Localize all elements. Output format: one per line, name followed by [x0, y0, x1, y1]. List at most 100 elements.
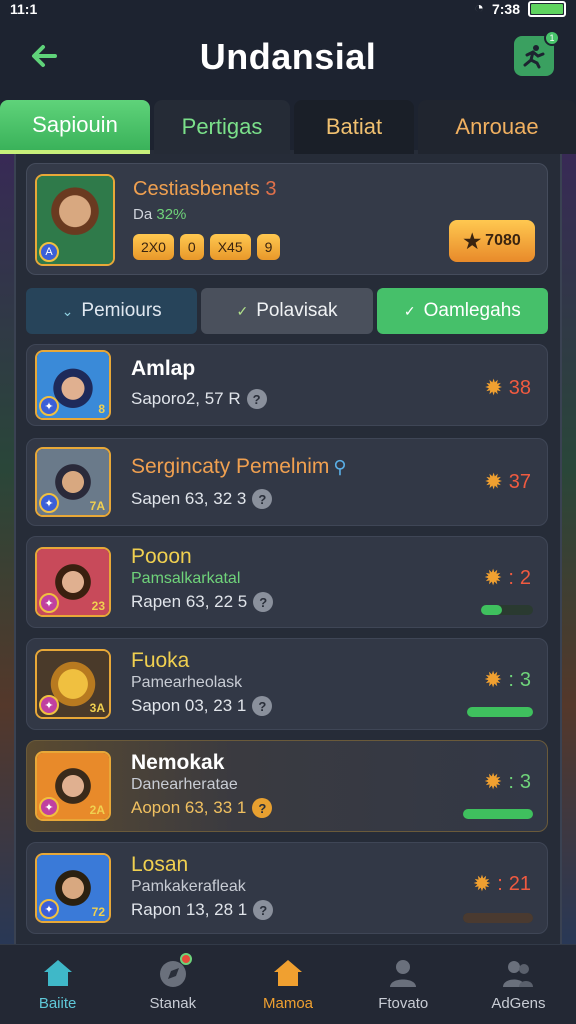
top-tabs: Sapiouin Pertigas Batiat Anrouae	[0, 100, 576, 154]
tab-batiat[interactable]: Batiat	[294, 100, 414, 154]
filter-polavisak[interactable]: ✓ Polavisak	[201, 288, 373, 334]
player-name: Amlap	[131, 357, 196, 380]
profile-subtitle: Da 32%	[133, 206, 186, 223]
player-meta-text: Rapon 13, 28 1	[131, 900, 248, 919]
filter-pemiours[interactable]: ⌄ Pemiours	[26, 288, 198, 334]
player-score: ✹ : 2	[484, 565, 531, 591]
nav-label: Stanak	[149, 995, 197, 1012]
tab-anrouae[interactable]: Anrouae	[418, 100, 576, 154]
player-avatar: ✦ 23	[35, 547, 111, 617]
avatar-level: 7A	[89, 499, 105, 513]
info-icon[interactable]: ?	[253, 900, 274, 920]
info-icon[interactable]: ?	[246, 389, 267, 409]
player-score: ✹ : 3	[484, 769, 531, 795]
list-item[interactable]: ✦ 72 Losan Pamkakerafleak Rapon 13, 28 1…	[26, 842, 548, 934]
coins-button[interactable]: ★ 7080	[449, 220, 535, 262]
player-name: Nemokak	[131, 751, 225, 774]
group-icon	[503, 961, 534, 987]
info-icon[interactable]: ?	[253, 592, 274, 612]
player-score: ✹ 38	[484, 375, 531, 401]
player-meta: Saporo2, 57 R ?	[131, 389, 267, 409]
tab-sapiouin[interactable]: Sapiouin	[0, 100, 150, 154]
player-avatar: ✦ 3A	[35, 649, 111, 719]
score-value: 37	[508, 470, 531, 493]
stat-chip: 0	[179, 234, 204, 260]
score-prefix: :	[497, 872, 503, 895]
avatar-badge-icon: ✦	[39, 396, 59, 416]
progress-bar	[463, 913, 533, 923]
house-icon	[274, 960, 302, 986]
player-meta-text: Sapen 63, 32 3	[131, 489, 247, 508]
status-clock: 7:38	[491, 1, 520, 17]
score-prefix: :	[508, 668, 514, 691]
player-name-text: Sergincaty Pemelnim	[131, 455, 330, 478]
nav-stanak[interactable]: Stanak	[115, 945, 230, 1024]
player-score: ✹ : 3	[484, 667, 531, 693]
progress-fill	[463, 809, 533, 819]
app-header: Undansial 1	[0, 22, 576, 92]
nav-home[interactable]: Baiite	[0, 945, 115, 1024]
star-icon: ✹	[483, 565, 503, 590]
list-item[interactable]: ✦ 2A Nemokak Danearheratae Aopon 63, 33 …	[26, 740, 548, 832]
filter-label: Polavisak	[256, 300, 338, 321]
score-value: 3	[519, 770, 531, 793]
profile-rank: 3	[265, 178, 277, 200]
score-value: 21	[508, 872, 531, 895]
filter-oamlegahs[interactable]: ✓ Oamlegahs	[376, 288, 548, 334]
progress-fill	[463, 913, 533, 923]
bottom-nav: Baiite Stanak Mamoa Ftovato AdGens	[0, 944, 576, 1024]
stat-chip: 9	[256, 234, 281, 260]
player-meta-text: Sapon 03, 23 1	[131, 696, 247, 715]
progress-fill	[481, 605, 502, 615]
profile-name-text: Cestiasbenets	[133, 178, 260, 200]
score-value: 38	[508, 376, 531, 399]
profile-sub-value: 32%	[156, 206, 187, 223]
score-prefix: :	[508, 566, 514, 589]
player-name: Pooon	[131, 545, 192, 568]
list-item[interactable]: ✦ 3A Fuoka Pamearheolask Sapon 03, 23 1 …	[26, 638, 548, 730]
star-icon: ✹	[483, 769, 503, 794]
progress-fill	[467, 707, 533, 717]
player-desc: Pamsalkarkatal	[131, 570, 241, 587]
star-coin-icon: ★	[463, 230, 482, 253]
info-icon[interactable]: ?	[252, 489, 273, 509]
profile-action-button[interactable]: 1	[514, 30, 560, 76]
avatar-level: 23	[91, 599, 105, 613]
status-time: 11:1	[10, 1, 38, 17]
page-title: Undansial	[199, 36, 377, 77]
avatar-badge-icon: ✦	[39, 695, 59, 715]
home-icon	[43, 960, 72, 986]
list-item[interactable]: ✦ 8 Amlap Saporo2, 57 R ? ✹ 38	[26, 344, 548, 426]
player-avatar: ✦ 2A	[35, 751, 111, 821]
info-icon[interactable]: ?	[252, 798, 273, 818]
score-value: 3	[519, 668, 531, 691]
notification-dot	[179, 953, 192, 965]
nav-icon-wrap	[156, 953, 192, 989]
check-icon: ✓	[403, 302, 416, 319]
nav-ftovato[interactable]: Ftovato	[346, 945, 461, 1024]
notification-badge: 1	[544, 30, 560, 46]
back-button[interactable]	[24, 36, 64, 76]
list-item[interactable]: ✦ 23 Pooon Pamsalkarkatal Rapen 63, 22 5…	[26, 536, 548, 628]
list-item[interactable]: ✦ 7A Sergincaty Pemelnim ⚲ Sapen 63, 32 3…	[26, 438, 548, 526]
player-avatar: ✦ 7A	[35, 447, 111, 517]
info-icon[interactable]: ?	[252, 696, 273, 716]
avatar-level: 2A	[89, 803, 105, 817]
profile-avatar: A	[35, 174, 115, 266]
profile-name: Cestiasbenets 3	[133, 178, 276, 201]
player-score: ✹ 37	[484, 469, 531, 495]
progress-bar	[463, 809, 533, 819]
player-meta-text: Rapen 63, 22 5	[131, 592, 248, 611]
pin-icon: ⚲	[333, 457, 347, 477]
avatar-level: 3A	[89, 701, 105, 715]
player-meta: Sapen 63, 32 3 ?	[131, 489, 273, 509]
nav-adgens[interactable]: AdGens	[461, 945, 576, 1024]
nav-label: Ftovato	[378, 995, 429, 1012]
status-bar: 11:1 ◔ 7:38	[0, 0, 576, 18]
player-meta: Aopon 63, 33 1 ?	[131, 798, 273, 818]
player-name: Sergincaty Pemelnim ⚲	[131, 455, 347, 479]
nav-mamoa[interactable]: Mamoa	[230, 945, 345, 1024]
tab-pertigas[interactable]: Pertigas	[154, 100, 290, 154]
star-icon: ✹	[483, 667, 503, 692]
profile-card[interactable]: A Cestiasbenets 3 Da 32% 2X0 0 X45 9 ★ 7…	[26, 163, 548, 275]
